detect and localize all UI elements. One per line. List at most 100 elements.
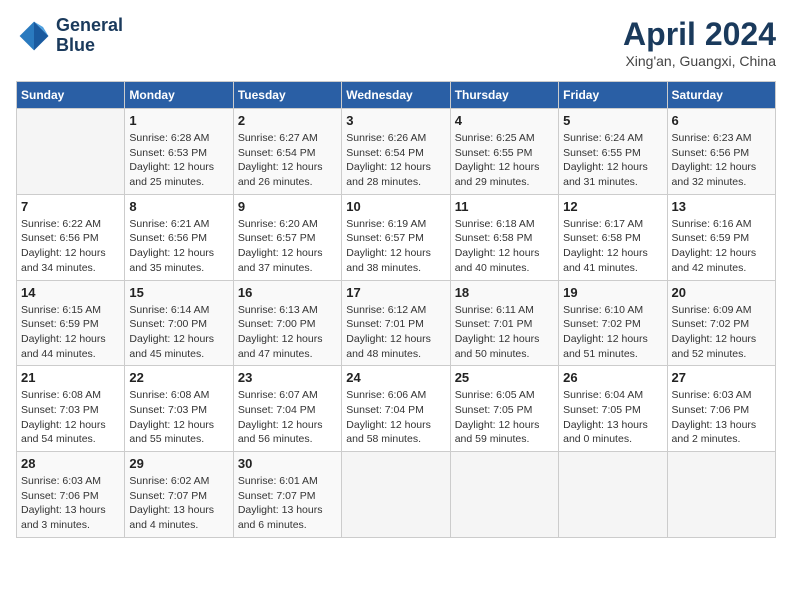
day-detail: Sunrise: 6:12 AM Sunset: 7:01 PM Dayligh… <box>346 303 445 362</box>
day-number: 4 <box>455 113 554 128</box>
day-detail: Sunrise: 6:01 AM Sunset: 7:07 PM Dayligh… <box>238 474 337 533</box>
day-detail: Sunrise: 6:08 AM Sunset: 7:03 PM Dayligh… <box>129 388 228 447</box>
calendar-cell: 29 Sunrise: 6:02 AM Sunset: 7:07 PM Dayli… <box>125 452 233 538</box>
calendar-week-row: 28 Sunrise: 6:03 AM Sunset: 7:06 PM Dayli… <box>17 452 776 538</box>
day-detail: Sunrise: 6:27 AM Sunset: 6:54 PM Dayligh… <box>238 131 337 190</box>
calendar-header-row: SundayMondayTuesdayWednesdayThursdayFrid… <box>17 82 776 109</box>
day-detail: Sunrise: 6:03 AM Sunset: 7:06 PM Dayligh… <box>672 388 771 447</box>
calendar-cell: 5 Sunrise: 6:24 AM Sunset: 6:55 PM Daylig… <box>559 109 667 195</box>
calendar-cell: 6 Sunrise: 6:23 AM Sunset: 6:56 PM Daylig… <box>667 109 775 195</box>
day-number: 24 <box>346 370 445 385</box>
weekday-header-wednesday: Wednesday <box>342 82 450 109</box>
day-detail: Sunrise: 6:05 AM Sunset: 7:05 PM Dayligh… <box>455 388 554 447</box>
day-detail: Sunrise: 6:03 AM Sunset: 7:06 PM Dayligh… <box>21 474 120 533</box>
day-number: 6 <box>672 113 771 128</box>
calendar-cell <box>559 452 667 538</box>
day-number: 15 <box>129 285 228 300</box>
calendar-cell: 4 Sunrise: 6:25 AM Sunset: 6:55 PM Daylig… <box>450 109 558 195</box>
calendar-cell: 1 Sunrise: 6:28 AM Sunset: 6:53 PM Daylig… <box>125 109 233 195</box>
calendar-week-row: 7Sunrise: 6:22 AM Sunset: 6:56 PM Daylig… <box>17 194 776 280</box>
calendar-cell: 3 Sunrise: 6:26 AM Sunset: 6:54 PM Daylig… <box>342 109 450 195</box>
day-number: 19 <box>563 285 662 300</box>
day-detail: Sunrise: 6:18 AM Sunset: 6:58 PM Dayligh… <box>455 217 554 276</box>
day-detail: Sunrise: 6:25 AM Sunset: 6:55 PM Dayligh… <box>455 131 554 190</box>
day-number: 22 <box>129 370 228 385</box>
calendar-week-row: 21 Sunrise: 6:08 AM Sunset: 7:03 PM Dayli… <box>17 366 776 452</box>
logo-icon <box>16 18 52 54</box>
day-detail: Sunrise: 6:21 AM Sunset: 6:56 PM Dayligh… <box>129 217 228 276</box>
day-detail: Sunrise: 6:11 AM Sunset: 7:01 PM Dayligh… <box>455 303 554 362</box>
calendar-cell: 18 Sunrise: 6:11 AM Sunset: 7:01 PM Dayli… <box>450 280 558 366</box>
day-detail: Sunrise: 6:02 AM Sunset: 7:07 PM Dayligh… <box>129 474 228 533</box>
calendar-cell <box>17 109 125 195</box>
day-number: 20 <box>672 285 771 300</box>
day-detail: Sunrise: 6:04 AM Sunset: 7:05 PM Dayligh… <box>563 388 662 447</box>
calendar-cell: 9 Sunrise: 6:20 AM Sunset: 6:57 PM Daylig… <box>233 194 341 280</box>
day-number: 21 <box>21 370 120 385</box>
logo-text: General Blue <box>56 16 123 56</box>
day-number: 3 <box>346 113 445 128</box>
day-detail: Sunrise: 6:20 AM Sunset: 6:57 PM Dayligh… <box>238 217 337 276</box>
month-title: April 2024 <box>623 16 776 53</box>
calendar-week-row: 1 Sunrise: 6:28 AM Sunset: 6:53 PM Daylig… <box>17 109 776 195</box>
day-number: 9 <box>238 199 337 214</box>
logo: General Blue <box>16 16 123 56</box>
day-detail: Sunrise: 6:23 AM Sunset: 6:56 PM Dayligh… <box>672 131 771 190</box>
day-number: 25 <box>455 370 554 385</box>
calendar-cell <box>667 452 775 538</box>
calendar-cell: 11 Sunrise: 6:18 AM Sunset: 6:58 PM Dayli… <box>450 194 558 280</box>
day-detail: Sunrise: 6:09 AM Sunset: 7:02 PM Dayligh… <box>672 303 771 362</box>
day-number: 30 <box>238 456 337 471</box>
calendar-cell: 7Sunrise: 6:22 AM Sunset: 6:56 PM Daylig… <box>17 194 125 280</box>
calendar-cell: 25 Sunrise: 6:05 AM Sunset: 7:05 PM Dayli… <box>450 366 558 452</box>
day-number: 14 <box>21 285 120 300</box>
weekday-header-saturday: Saturday <box>667 82 775 109</box>
calendar-cell: 20 Sunrise: 6:09 AM Sunset: 7:02 PM Dayli… <box>667 280 775 366</box>
weekday-header-sunday: Sunday <box>17 82 125 109</box>
day-number: 29 <box>129 456 228 471</box>
calendar-cell: 17 Sunrise: 6:12 AM Sunset: 7:01 PM Dayli… <box>342 280 450 366</box>
day-detail: Sunrise: 6:26 AM Sunset: 6:54 PM Dayligh… <box>346 131 445 190</box>
day-number: 18 <box>455 285 554 300</box>
day-number: 23 <box>238 370 337 385</box>
weekday-header-thursday: Thursday <box>450 82 558 109</box>
calendar-cell <box>450 452 558 538</box>
day-detail: Sunrise: 6:24 AM Sunset: 6:55 PM Dayligh… <box>563 131 662 190</box>
calendar-cell: 26 Sunrise: 6:04 AM Sunset: 7:05 PM Dayli… <box>559 366 667 452</box>
day-number: 5 <box>563 113 662 128</box>
calendar-cell: 19 Sunrise: 6:10 AM Sunset: 7:02 PM Dayli… <box>559 280 667 366</box>
weekday-header-monday: Monday <box>125 82 233 109</box>
day-detail: Sunrise: 6:10 AM Sunset: 7:02 PM Dayligh… <box>563 303 662 362</box>
calendar-cell: 30 Sunrise: 6:01 AM Sunset: 7:07 PM Dayli… <box>233 452 341 538</box>
page-header: General Blue April 2024 Xing'an, Guangxi… <box>16 16 776 69</box>
location-subtitle: Xing'an, Guangxi, China <box>623 53 776 69</box>
calendar-cell: 23Sunrise: 6:07 AM Sunset: 7:04 PM Dayli… <box>233 366 341 452</box>
day-number: 12 <box>563 199 662 214</box>
calendar-cell: 13Sunrise: 6:16 AM Sunset: 6:59 PM Dayli… <box>667 194 775 280</box>
day-detail: Sunrise: 6:08 AM Sunset: 7:03 PM Dayligh… <box>21 388 120 447</box>
calendar-cell: 22 Sunrise: 6:08 AM Sunset: 7:03 PM Dayli… <box>125 366 233 452</box>
calendar-cell: 8Sunrise: 6:21 AM Sunset: 6:56 PM Daylig… <box>125 194 233 280</box>
day-detail: Sunrise: 6:14 AM Sunset: 7:00 PM Dayligh… <box>129 303 228 362</box>
weekday-header-friday: Friday <box>559 82 667 109</box>
day-number: 27 <box>672 370 771 385</box>
day-number: 28 <box>21 456 120 471</box>
day-detail: Sunrise: 6:16 AM Sunset: 6:59 PM Dayligh… <box>672 217 771 276</box>
weekday-header-tuesday: Tuesday <box>233 82 341 109</box>
day-detail: Sunrise: 6:17 AM Sunset: 6:58 PM Dayligh… <box>563 217 662 276</box>
day-detail: Sunrise: 6:06 AM Sunset: 7:04 PM Dayligh… <box>346 388 445 447</box>
day-detail: Sunrise: 6:28 AM Sunset: 6:53 PM Dayligh… <box>129 131 228 190</box>
calendar-cell: 12 Sunrise: 6:17 AM Sunset: 6:58 PM Dayli… <box>559 194 667 280</box>
calendar-cell: 14Sunrise: 6:15 AM Sunset: 6:59 PM Dayli… <box>17 280 125 366</box>
calendar-cell: 15 Sunrise: 6:14 AM Sunset: 7:00 PM Dayli… <box>125 280 233 366</box>
day-number: 11 <box>455 199 554 214</box>
calendar-week-row: 14Sunrise: 6:15 AM Sunset: 6:59 PM Dayli… <box>17 280 776 366</box>
calendar-cell: 10Sunrise: 6:19 AM Sunset: 6:57 PM Dayli… <box>342 194 450 280</box>
day-number: 26 <box>563 370 662 385</box>
day-number: 16 <box>238 285 337 300</box>
calendar-cell: 27 Sunrise: 6:03 AM Sunset: 7:06 PM Dayli… <box>667 366 775 452</box>
day-number: 17 <box>346 285 445 300</box>
calendar-table: SundayMondayTuesdayWednesdayThursdayFrid… <box>16 81 776 538</box>
day-number: 7 <box>21 199 120 214</box>
day-number: 1 <box>129 113 228 128</box>
